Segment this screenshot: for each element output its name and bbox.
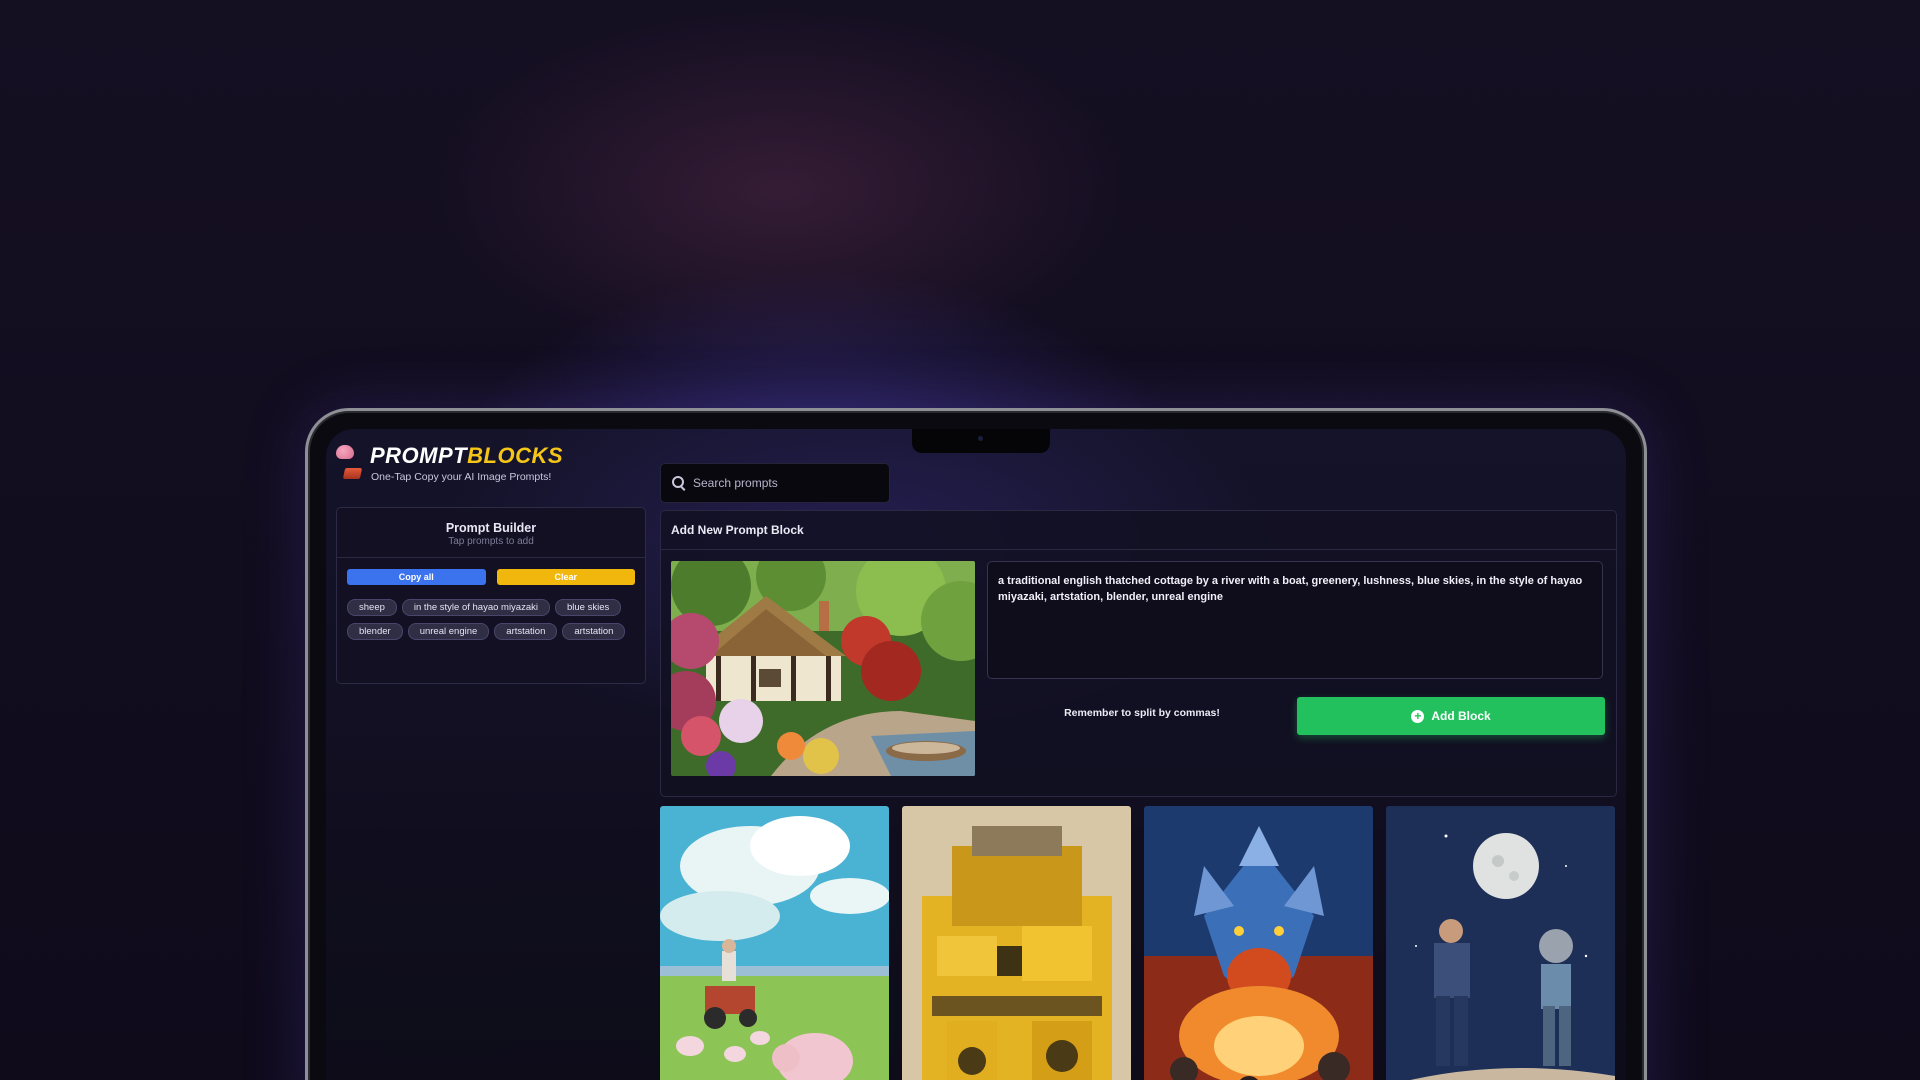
builder-title: Prompt Builder [445,521,537,535]
prompt-gallery [660,806,1617,1080]
search-input[interactable]: Search prompts [660,463,890,503]
brick-icon [342,468,363,479]
prompt-chip[interactable]: unreal engine [407,623,490,640]
gallery-card-yellow-robot[interactable] [902,806,1131,1080]
add-block-label: Add Block [1431,709,1491,723]
add-block-button[interactable]: + Add Block [1297,697,1605,735]
clear-button[interactable]: Clear [496,569,635,585]
add-prompt-block-panel: Add New Prompt Block a traditional engli… [660,510,1617,797]
prompt-chip[interactable]: in the style of hayao miyazaki [401,599,550,616]
split-hint: Remember to split by commas! [1064,707,1220,719]
gallery-card-dragon[interactable] [1144,806,1373,1080]
prompt-textarea[interactable]: a traditional english thatched cottage b… [987,561,1603,679]
prompt-chip[interactable]: artstation [494,623,558,640]
gallery-card-sheep-tractor[interactable] [660,806,889,1080]
add-block-header: Add New Prompt Block [661,511,1616,550]
prompt-chip[interactable]: sheep [347,599,397,616]
app-screen: PROMPTBLOCKS One-Tap Copy your AI Image … [326,429,1626,1080]
prompt-chip[interactable]: blender [347,623,403,640]
prompt-chip[interactable]: blue skies [554,599,622,616]
prompt-chip-list: sheep in the style of hayao miyazaki blu… [337,585,645,640]
logo-word-blocks: BLOCKS [467,443,564,468]
search-icon [672,476,684,488]
brain-icon [336,445,354,459]
gallery-card-moon-astronaut[interactable] [1386,806,1615,1080]
logo-wordmark: PROMPTBLOCKS [370,443,563,469]
search-placeholder: Search prompts [693,476,778,490]
copy-all-button[interactable]: Copy all [347,569,486,585]
cottage-preview-image[interactable] [671,561,975,776]
camera-notch [912,429,1050,453]
laptop-frame: PROMPTBLOCKS One-Tap Copy your AI Image … [305,408,1647,1080]
plus-circle-icon: + [1411,709,1425,723]
prompt-chip[interactable]: artstation [562,623,626,640]
prompt-builder-panel: Prompt Builder Tap prompts to add Copy a… [336,507,646,684]
builder-subtitle: Tap prompts to add [448,536,534,547]
logo-word-prompt: PROMPT [370,443,468,468]
camera-icon [978,436,983,441]
tagline: One-Tap Copy your AI Image Prompts! [371,471,552,483]
